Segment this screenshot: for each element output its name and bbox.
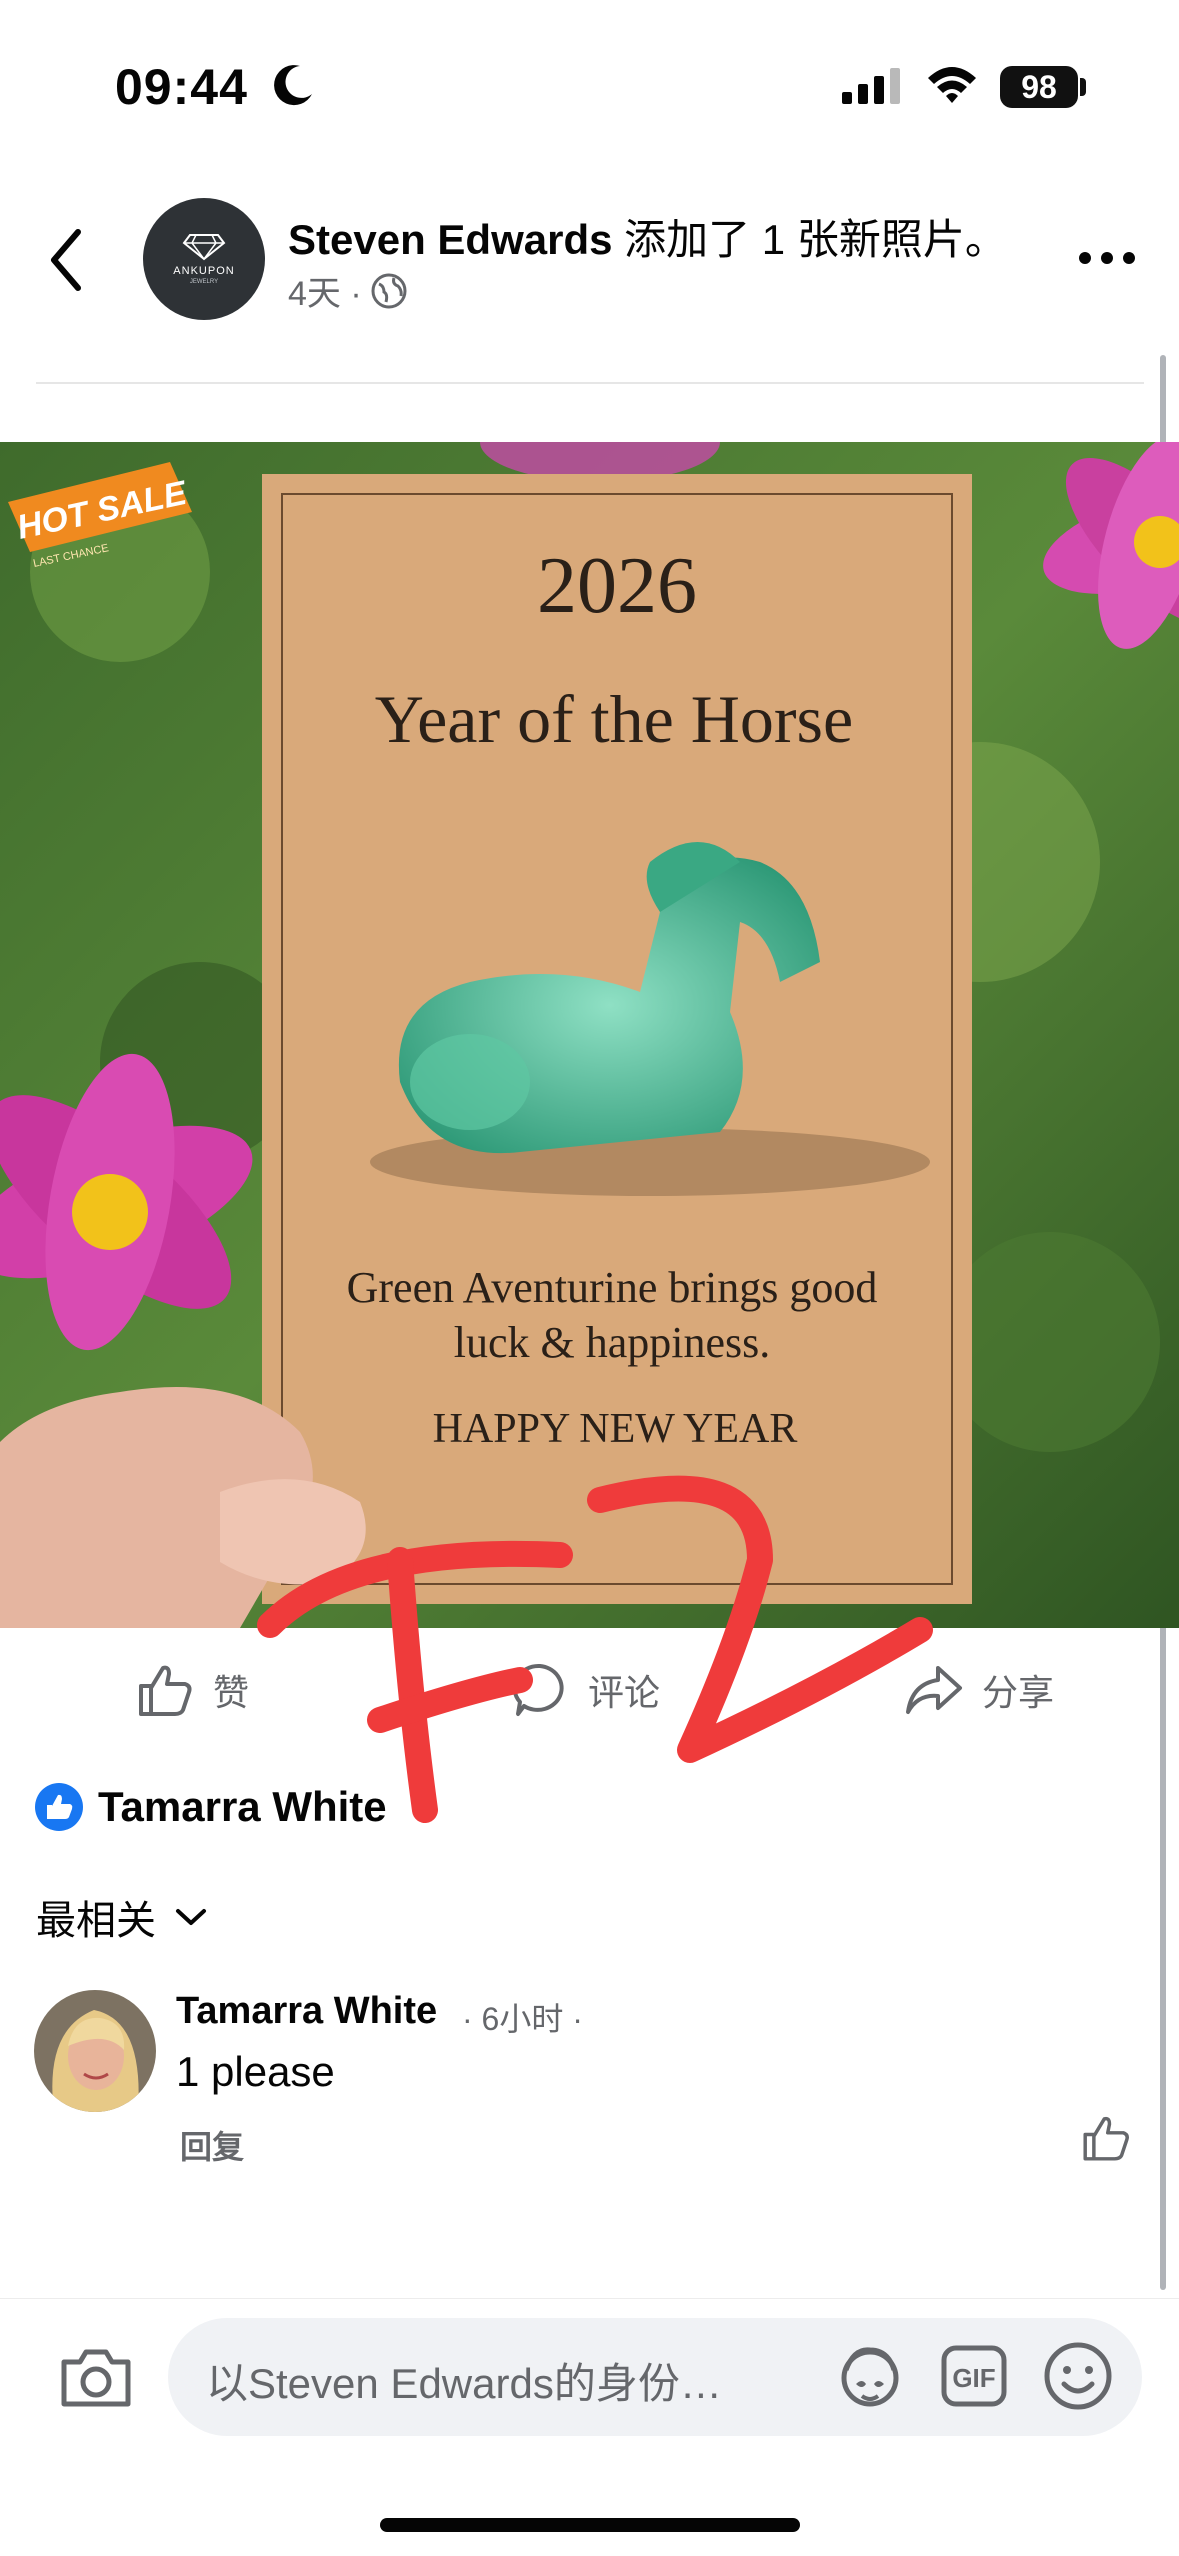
sort-label: 最相关 — [36, 1899, 156, 1943]
comment-label: 评论 — [588, 1672, 661, 1713]
comment-time: · 6小时 · — [462, 2001, 583, 2037]
card-headline: Year of the Horse — [375, 681, 853, 757]
photo-canvas: 2026 Year of the Horse Green Aventurine … — [0, 442, 1179, 1628]
post-photo[interactable]: 2026 Year of the Horse Green Aventurine … — [0, 442, 1179, 1628]
like-button[interactable]: 赞 — [135, 1660, 249, 1720]
comment-sort-dropdown[interactable]: 最相关 — [36, 1888, 208, 1946]
more-options-icon[interactable] — [1075, 246, 1139, 270]
home-indicator[interactable] — [380, 2518, 800, 2532]
share-button[interactable]: 分享 — [904, 1660, 1054, 1720]
share-label: 分享 — [982, 1672, 1055, 1713]
comment-text: 1 please — [176, 2048, 335, 2095]
wifi-icon — [928, 67, 976, 103]
reactor-names: Tamarra White — [98, 1783, 387, 1830]
globe-icon — [371, 273, 407, 308]
gif-icon[interactable]: GIF — [940, 2344, 1008, 2408]
avatar-sticker-icon[interactable] — [834, 2340, 906, 2412]
avatar-brand-sub: JEWELRY — [189, 279, 219, 285]
battery-nub — [1080, 78, 1086, 96]
avatar-brand: ANKUPON — [173, 265, 235, 277]
diamond-logo-icon — [182, 234, 226, 261]
emoji-icon[interactable] — [1042, 2340, 1114, 2412]
svg-text:GIF: GIF — [952, 2363, 995, 2393]
post-author[interactable]: Steven Edwards — [288, 216, 612, 263]
like-label: 赞 — [213, 1672, 250, 1713]
back-icon[interactable] — [40, 220, 100, 300]
thumbs-up-icon — [139, 1665, 192, 1716]
post-meta: 4天 · — [288, 266, 408, 315]
post-action-text: 添加了 1 张新照片。 — [612, 216, 1007, 263]
share-icon — [906, 1666, 962, 1714]
battery-level: 98 — [1021, 68, 1057, 105]
camera-icon[interactable] — [58, 2344, 134, 2410]
comment-author[interactable]: Tamarra White — [176, 1990, 437, 2033]
comment-icon — [512, 1663, 564, 1716]
post-time[interactable]: 4天 · — [288, 266, 362, 315]
like-reaction-icon — [35, 1783, 83, 1831]
commenter-avatar[interactable] — [34, 1990, 156, 2112]
card-year: 2026 — [537, 542, 697, 630]
post-title: Steven Edwards 添加了 1 张新照片。 — [288, 206, 1007, 267]
moon-icon — [274, 65, 312, 106]
status-time: 09:44 — [115, 59, 248, 115]
header-divider — [36, 382, 1144, 384]
card-caption-2: luck & happiness. — [454, 1318, 771, 1367]
comment-button[interactable]: 评论 — [510, 1660, 660, 1720]
reactions-summary[interactable]: Tamarra White — [34, 1782, 387, 1832]
comment-input-placeholder[interactable]: 以Steven Edwards的身份… — [206, 2350, 816, 2411]
chevron-down-icon — [176, 1909, 206, 1925]
card-caption-1: Green Aventurine brings good — [347, 1263, 878, 1312]
page-avatar[interactable]: ANKUPON JEWELRY — [143, 198, 265, 320]
comment-like-icon[interactable] — [1080, 2112, 1132, 2164]
reply-button[interactable]: 回复 — [180, 2122, 244, 2168]
battery-icon: 98 — [1000, 66, 1078, 108]
card-greeting: HAPPY NEW YEAR — [433, 1406, 798, 1452]
signal-icon — [842, 68, 900, 104]
